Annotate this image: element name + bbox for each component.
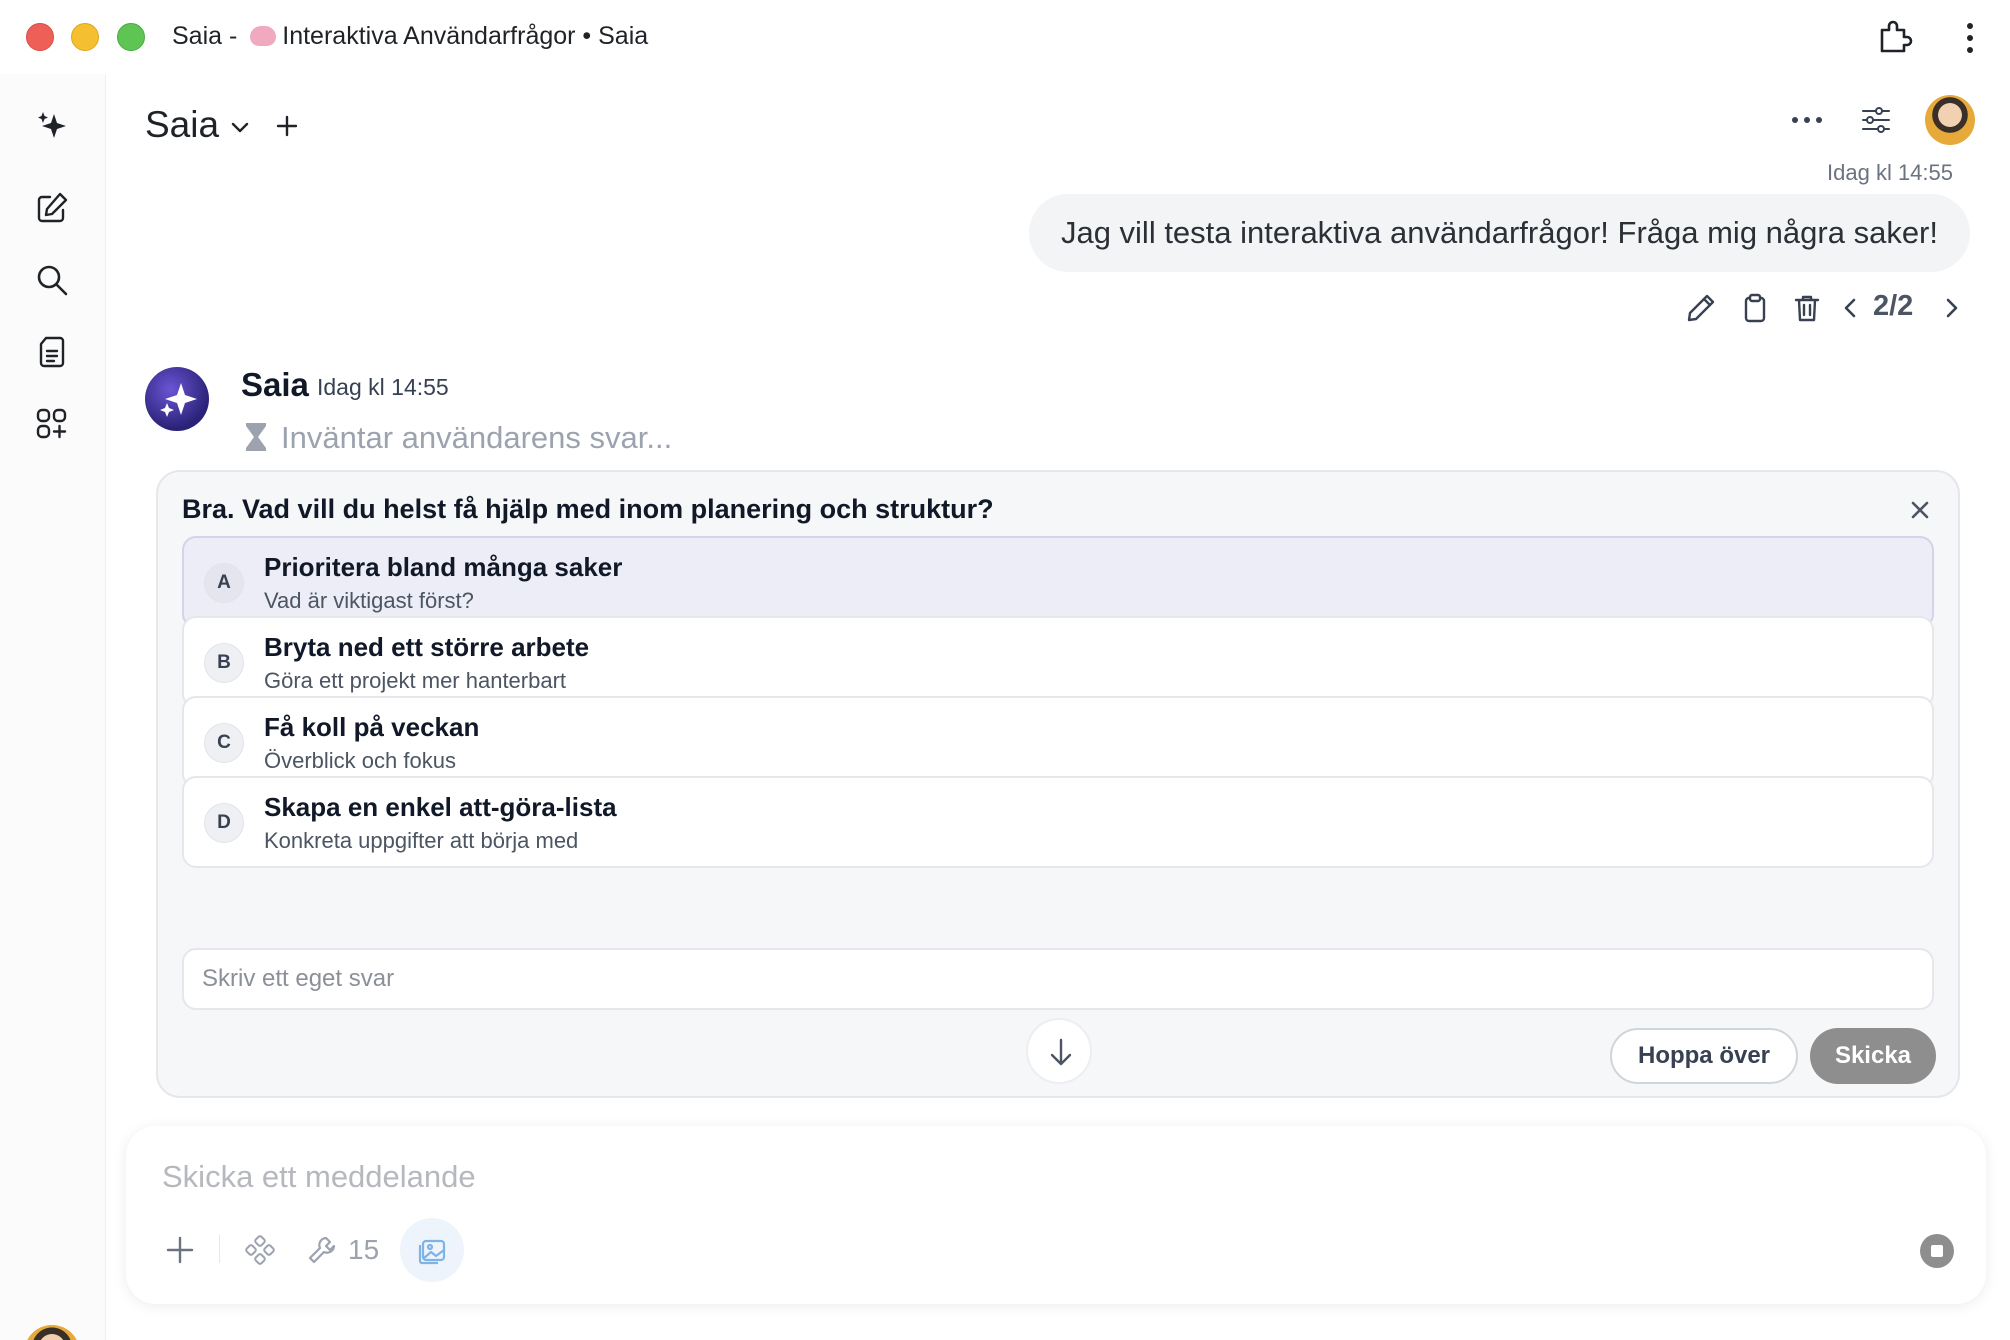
own-answer-input[interactable] xyxy=(182,948,1934,1010)
option-label: Skapa en enkel att-göra-lista xyxy=(264,792,617,822)
message-pager: 2/2 xyxy=(1873,290,1914,322)
option-letter: C xyxy=(204,723,244,763)
option-description: Konkreta uppgifter att börja med xyxy=(264,828,579,853)
skip-button[interactable]: Hoppa över xyxy=(1610,1028,1798,1084)
title-bar: Saia - Interaktiva Användarfrågor • Saia xyxy=(0,0,2010,74)
scroll-down-button[interactable] xyxy=(1026,1018,1092,1084)
assistant-status: Inväntar användarens svar... xyxy=(281,420,673,455)
assistant-message-time: Idag kl 14:55 xyxy=(317,374,449,400)
sidebar xyxy=(0,74,106,1340)
tools-wrench-icon[interactable] xyxy=(306,1234,338,1266)
model-selector[interactable]: Saia xyxy=(145,104,219,146)
apps-icon[interactable] xyxy=(34,406,70,442)
add-model-icon[interactable] xyxy=(275,114,299,138)
message-composer: 15 xyxy=(126,1126,1986,1304)
option-letter: D xyxy=(204,803,244,843)
option-a[interactable]: A Prioritera bland många saker Vad är vi… xyxy=(182,536,1934,628)
window-title-chat: Interaktiva Användarfrågor • Saia xyxy=(282,22,649,50)
tool-count: 15 xyxy=(348,1234,380,1265)
assistant-sparkle-icon xyxy=(160,383,197,417)
window-title: Saia - Interaktiva Användarfrågor • Saia xyxy=(172,22,648,51)
hourglass-icon xyxy=(246,423,266,451)
notes-icon[interactable] xyxy=(34,334,70,370)
image-icon xyxy=(418,1239,446,1265)
search-icon[interactable] xyxy=(34,262,70,298)
option-letter: A xyxy=(204,563,244,603)
edit-pencil-icon[interactable] xyxy=(1685,292,1717,324)
copy-clipboard-icon[interactable] xyxy=(1739,292,1771,324)
arrow-down-icon xyxy=(1050,1038,1072,1066)
option-d[interactable]: D Skapa en enkel att-göra-lista Konkreta… xyxy=(182,776,1934,868)
option-description: Överblick och fokus xyxy=(264,748,456,773)
assistant-name: Saia xyxy=(241,366,309,403)
maximize-window-button[interactable] xyxy=(117,23,145,51)
option-description: Göra ett projekt mer hanterbart xyxy=(264,668,567,693)
option-description: Vad är viktigast först? xyxy=(264,588,474,613)
add-attachment-icon[interactable] xyxy=(164,1234,196,1266)
option-label: Få koll på veckan xyxy=(264,712,480,742)
user-message-time: Idag kl 14:55 xyxy=(1827,160,1953,185)
more-horizontal-icon[interactable] xyxy=(1790,112,1824,128)
minimize-window-button[interactable] xyxy=(71,23,99,51)
sparkle-icon[interactable] xyxy=(34,108,70,144)
integrations-icon[interactable] xyxy=(244,1234,276,1266)
close-icon[interactable] xyxy=(1908,498,1932,522)
window-title-prefix: Saia - xyxy=(172,22,245,50)
assistant-avatar xyxy=(145,367,209,431)
delete-trash-icon[interactable] xyxy=(1791,292,1823,324)
extension-puzzle-icon[interactable] xyxy=(1876,18,1914,56)
close-window-button[interactable] xyxy=(26,23,54,51)
option-label: Bryta ned ett större arbete xyxy=(264,632,590,662)
toolbar-divider xyxy=(219,1235,220,1263)
more-vertical-icon[interactable] xyxy=(1962,20,1978,56)
question-title: Bra. Vad vill du helst få hjälp med inom… xyxy=(182,494,994,524)
chevron-left-icon[interactable] xyxy=(1838,292,1862,324)
stop-icon xyxy=(1931,1245,1943,1257)
image-gallery-button[interactable] xyxy=(400,1218,464,1282)
brain-emoji-icon xyxy=(250,26,277,46)
new-chat-icon[interactable] xyxy=(34,190,70,226)
profile-avatar[interactable] xyxy=(1925,95,1975,145)
send-answer-button[interactable]: Skicka xyxy=(1810,1028,1936,1084)
chevron-right-icon[interactable] xyxy=(1940,292,1964,324)
message-input[interactable] xyxy=(162,1152,1862,1202)
option-letter: B xyxy=(204,643,244,683)
chevron-down-icon[interactable] xyxy=(229,116,251,138)
user-message-bubble: Jag vill testa interaktiva användarfrågo… xyxy=(1028,194,1970,272)
option-b[interactable]: B Bryta ned ett större arbete Göra ett p… xyxy=(182,616,1934,708)
user-avatar[interactable] xyxy=(24,1325,80,1340)
option-c[interactable]: C Få koll på veckan Överblick och fokus xyxy=(182,696,1934,788)
user-question-card: Bra. Vad vill du helst få hjälp med inom… xyxy=(156,470,1960,1098)
settings-sliders-icon[interactable] xyxy=(1859,103,1893,137)
option-label: Prioritera bland många saker xyxy=(264,552,623,582)
stop-button[interactable] xyxy=(1920,1234,1954,1268)
